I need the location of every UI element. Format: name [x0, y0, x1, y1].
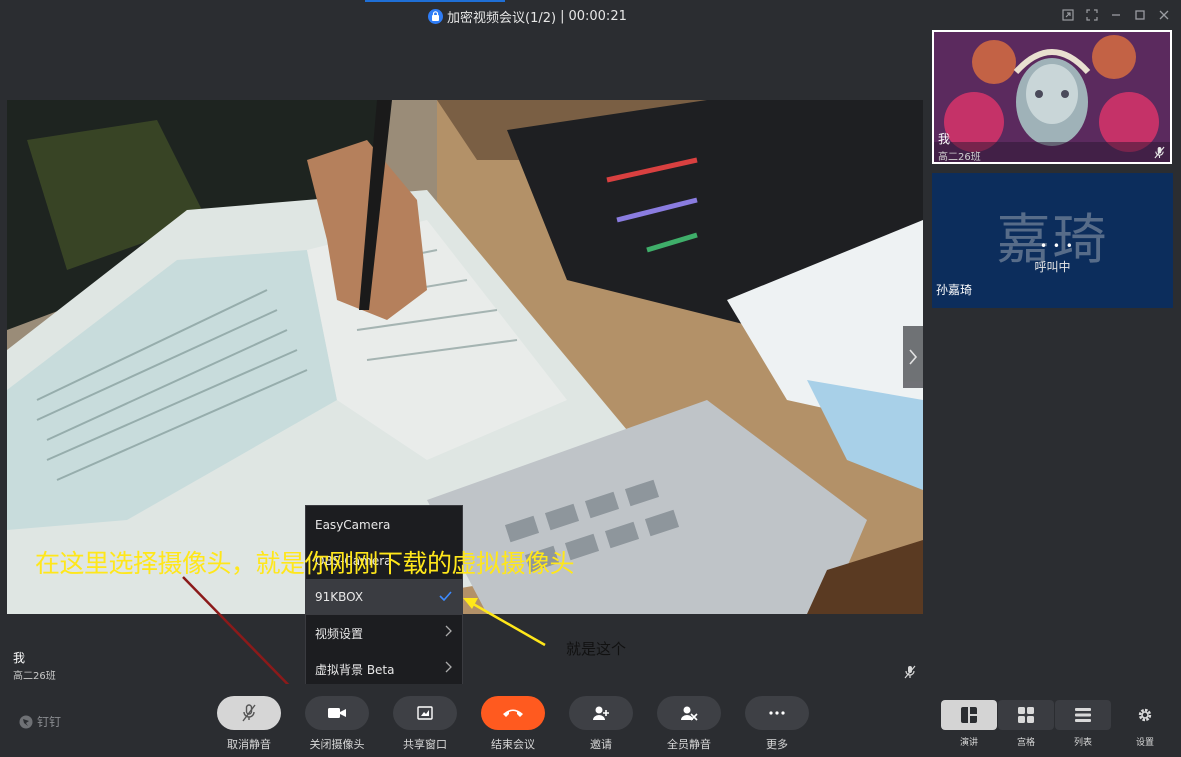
annotation-pointer-text: 就是这个	[566, 640, 627, 658]
camera-off-button[interactable]: 关闭摄像头	[305, 696, 369, 752]
self-tile-class: 高二26班	[938, 152, 981, 163]
chevron-right-icon	[445, 625, 452, 641]
mic-muted-icon	[904, 665, 916, 679]
unmute-button[interactable]: 取消静音	[217, 696, 281, 752]
share-screen-icon	[417, 706, 433, 720]
menu-item-label: 91KBOX	[315, 590, 364, 604]
unmute-pill[interactable]	[217, 696, 281, 730]
menu-item-label: EasyCamera	[315, 518, 391, 532]
main-video-stage: 我 高二26班	[7, 30, 923, 684]
main-participant-class: 高二26班	[13, 671, 56, 682]
chevron-right-icon	[445, 661, 452, 677]
invite-label: 邀请	[590, 738, 612, 751]
minimize-icon[interactable]	[1107, 6, 1125, 24]
invite-pill[interactable]	[569, 696, 633, 730]
more-icon	[769, 711, 785, 715]
window-title: 加密视频会议(1/2) | 00:00:21	[428, 6, 627, 26]
meeting-timer: 00:00:21	[568, 8, 627, 24]
lock-icon	[428, 8, 443, 24]
menu-item-video-settings[interactable]: 视频设置	[306, 615, 462, 651]
title-accent-bar	[365, 0, 505, 2]
self-video-thumbnail	[934, 32, 1170, 162]
checkmark-icon	[439, 589, 452, 605]
meeting-title: 加密视频会议(1/2)	[447, 10, 557, 26]
mute-all-icon	[681, 706, 698, 721]
main-participant-name: 我	[13, 651, 26, 665]
layout-speaker-label: 演讲	[959, 738, 978, 748]
menu-item-label: 虚拟背景 Beta	[315, 662, 395, 677]
calling-participant-name: 孙嘉琦	[936, 283, 973, 297]
end-meeting-label: 结束会议	[491, 738, 535, 751]
mute-all-pill[interactable]	[657, 696, 721, 730]
camera-frame-image	[7, 100, 923, 614]
speaker-layout-icon	[961, 707, 977, 723]
share-window-button[interactable]: 共享窗口	[393, 696, 457, 752]
brand-logo: 钉钉	[19, 713, 61, 730]
mute-all-label: 全员静音	[667, 738, 711, 751]
dingtalk-logo-icon	[19, 715, 33, 728]
settings-button[interactable]: 设置	[1117, 700, 1173, 748]
end-meeting-pill[interactable]	[481, 696, 545, 730]
menu-item-virtual-background[interactable]: 虚拟背景 Beta	[306, 651, 462, 687]
more-button[interactable]: 更多	[745, 696, 809, 752]
mute-all-button[interactable]: 全员静音	[657, 696, 721, 752]
window-controls	[1059, 6, 1173, 24]
next-page-button[interactable]	[903, 326, 923, 388]
participant-tile-calling[interactable]: 嘉琦 • • • 呼叫中 孙嘉琦	[932, 173, 1173, 308]
calling-status: 呼叫中	[1034, 260, 1071, 274]
title-bar: 加密视频会议(1/2) | 00:00:21	[0, 0, 1181, 30]
add-user-icon	[593, 706, 609, 720]
menu-item-91kbox[interactable]: 91KBOX	[306, 579, 462, 615]
self-tile-name: 我	[938, 132, 951, 146]
camera-icon	[328, 708, 346, 718]
layout-speaker-button[interactable]: 演讲	[941, 700, 997, 748]
main-video-feed	[7, 100, 923, 614]
bottom-control-bar: 钉钉 取消静音 关闭摄像头 共享窗口 结束会议 邀请 全员静音 更多 演讲 宫格…	[0, 684, 1181, 757]
settings-icon-wrap[interactable]	[1117, 700, 1173, 730]
maximize-icon[interactable]	[1131, 6, 1149, 24]
menu-item-easycamera[interactable]: EasyCamera	[306, 507, 462, 543]
layout-grid-box[interactable]	[998, 700, 1054, 730]
hangup-icon	[503, 709, 523, 717]
more-pill[interactable]	[745, 696, 809, 730]
mic-muted-icon	[1154, 146, 1165, 159]
unmute-label: 取消静音	[227, 738, 271, 751]
calling-dots: • • •	[1040, 239, 1074, 253]
chevron-right-icon	[909, 349, 918, 365]
gear-icon	[1138, 708, 1152, 722]
list-layout-icon	[1075, 708, 1091, 722]
meeting-window: 加密视频会议(1/2) | 00:00:21 我 高二26班 我 高二26班 嘉…	[0, 0, 1181, 757]
camera-pill[interactable]	[305, 696, 369, 730]
layout-list-label: 列表	[1073, 738, 1092, 748]
camera-off-label: 关闭摄像头	[309, 738, 365, 751]
participant-tile-self[interactable]: 我 高二26班	[932, 30, 1172, 164]
more-label: 更多	[766, 738, 788, 751]
fullscreen-icon[interactable]	[1083, 6, 1101, 24]
brand-label: 钉钉	[37, 715, 62, 729]
mic-off-icon	[242, 704, 256, 722]
share-pill[interactable]	[393, 696, 457, 730]
float-window-icon[interactable]	[1059, 6, 1077, 24]
menu-item-label: 视频设置	[315, 626, 364, 641]
layout-grid-label: 宫格	[1016, 738, 1035, 748]
grid-layout-icon	[1018, 707, 1034, 723]
close-icon[interactable]	[1155, 6, 1173, 24]
layout-list-box[interactable]	[1055, 700, 1111, 730]
layout-grid-button[interactable]: 宫格	[998, 700, 1054, 748]
layout-list-button[interactable]: 列表	[1055, 700, 1111, 748]
share-window-label: 共享窗口	[403, 738, 447, 751]
end-meeting-button[interactable]: 结束会议	[481, 696, 545, 752]
settings-label: 设置	[1135, 738, 1154, 748]
camera-select-menu: EasyCamera OBS-Camera 91KBOX 视频设置 虚拟背景 B…	[305, 505, 463, 685]
annotation-instruction-text: 在这里选择摄像头，就是你刚刚下载的虚拟摄像头	[35, 549, 575, 578]
invite-button[interactable]: 邀请	[569, 696, 633, 752]
title-separator: |	[560, 8, 565, 24]
layout-speaker-box[interactable]	[941, 700, 997, 730]
